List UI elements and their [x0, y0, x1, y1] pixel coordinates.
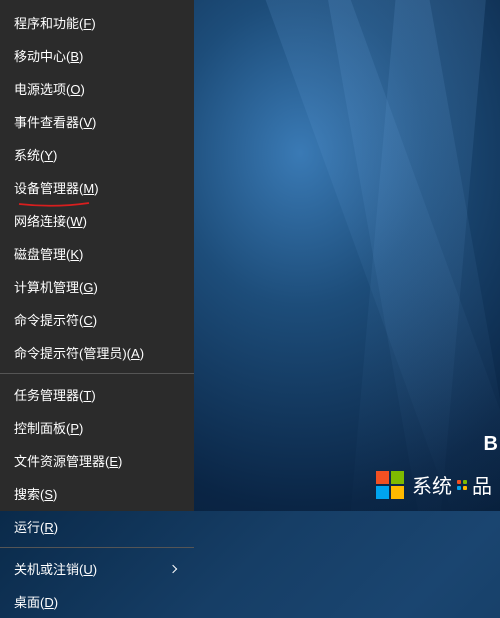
menu-item-label: 事件查看器: [14, 115, 79, 130]
menu-item[interactable]: 命令提示符(C): [0, 303, 194, 336]
menu-separator: [0, 547, 194, 548]
menu-item[interactable]: 计算机管理(G): [0, 270, 194, 303]
menu-item-label: 文件资源管理器: [14, 454, 105, 469]
menu-item-label: 关机或注销: [14, 562, 79, 577]
menu-item[interactable]: 网络连接(W): [0, 204, 194, 237]
watermark-text: 系统 品: [412, 470, 492, 499]
accelerator-key: G: [83, 280, 93, 295]
menu-item[interactable]: 电源选项(O): [0, 72, 194, 105]
accelerator-key: R: [44, 520, 53, 535]
menu-item[interactable]: 程序和功能(F): [0, 6, 194, 39]
menu-item[interactable]: 控制面板(P): [0, 411, 194, 444]
windows-logo-icon: [376, 471, 404, 499]
menu-item[interactable]: 运行(R): [0, 510, 194, 543]
winx-context-menu: 程序和功能(F)移动中心(B)电源选项(O)事件查看器(V)系统(Y)设备管理器…: [0, 0, 194, 511]
menu-item-label: 网络连接: [14, 214, 66, 229]
menu-item[interactable]: 桌面(D): [0, 585, 194, 618]
accelerator-key: E: [109, 454, 118, 469]
menu-item-label: 计算机管理: [14, 280, 79, 295]
partial-edge-text: B: [484, 433, 498, 456]
menu-item[interactable]: 系统(Y): [0, 138, 194, 171]
menu-item-label: 搜索: [14, 487, 40, 502]
accelerator-key: D: [44, 595, 53, 610]
menu-item[interactable]: 命令提示符(管理员)(A): [0, 336, 194, 369]
menu-item[interactable]: 移动中心(B): [0, 39, 194, 72]
menu-item[interactable]: 任务管理器(T): [0, 378, 194, 411]
accelerator-key: Y: [44, 148, 53, 163]
menu-item-label: 系统: [14, 148, 40, 163]
accelerator-key: C: [83, 313, 92, 328]
menu-item-label: 命令提示符: [14, 313, 79, 328]
accelerator-key: A: [131, 346, 140, 361]
site-watermark: 系统 品: [376, 470, 492, 499]
accelerator-key: S: [44, 487, 53, 502]
accelerator-key: U: [83, 562, 92, 577]
accelerator-key: O: [70, 82, 80, 97]
menu-item-label: 任务管理器: [14, 388, 79, 403]
menu-item-label: 运行: [14, 520, 40, 535]
menu-item[interactable]: 事件查看器(V): [0, 105, 194, 138]
menu-item-label: 磁盘管理: [14, 247, 66, 262]
decorative-dots-icon: [457, 480, 467, 490]
accelerator-key: W: [70, 214, 82, 229]
menu-item[interactable]: 设备管理器(M): [0, 171, 194, 204]
accelerator-key: B: [70, 49, 79, 64]
menu-item[interactable]: 关机或注销(U): [0, 552, 194, 585]
menu-item[interactable]: 搜索(S): [0, 477, 194, 510]
accelerator-key: K: [70, 247, 79, 262]
menu-item-label: 程序和功能: [14, 16, 79, 31]
menu-item[interactable]: 文件资源管理器(E): [0, 444, 194, 477]
menu-item-label: 设备管理器: [14, 181, 79, 196]
menu-separator: [0, 373, 194, 374]
menu-item-label: 控制面板: [14, 421, 66, 436]
accelerator-key: V: [83, 115, 92, 130]
menu-item-label: 移动中心: [14, 49, 66, 64]
accelerator-key: M: [83, 181, 94, 196]
menu-item-label: 桌面: [14, 595, 40, 610]
chevron-right-icon: [169, 564, 177, 572]
menu-item-label: 电源选项: [14, 82, 66, 97]
menu-item[interactable]: 磁盘管理(K): [0, 237, 194, 270]
accelerator-key: P: [70, 421, 79, 436]
menu-item-label: 命令提示符(管理员): [14, 346, 127, 361]
